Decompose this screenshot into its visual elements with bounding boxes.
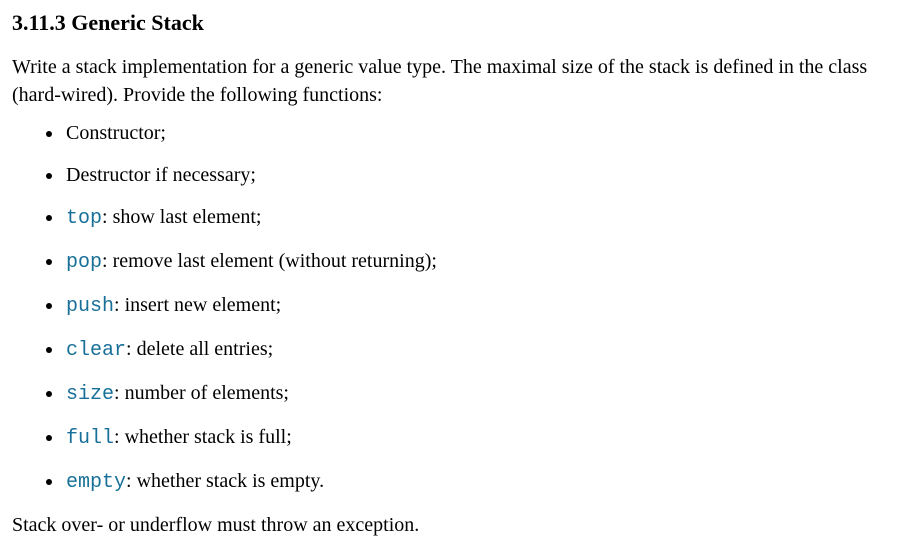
list-item: Constructor; — [64, 119, 890, 147]
item-text: : remove last element (without returning… — [102, 250, 437, 272]
item-text: Destructor if necessary; — [66, 164, 256, 186]
list-item: Destructor if necessary; — [64, 161, 890, 189]
code-keyword: full — [66, 427, 114, 450]
list-item: size: number of elements; — [64, 379, 890, 409]
item-text: : delete all entries; — [126, 338, 273, 360]
list-item: full: whether stack is full; — [64, 423, 890, 453]
section-heading: 3.11.3 Generic Stack — [12, 8, 890, 39]
item-text: : whether stack is full; — [114, 426, 292, 448]
item-text: Constructor; — [66, 122, 166, 144]
item-text: : insert new element; — [114, 294, 281, 316]
code-keyword: top — [66, 207, 102, 230]
footer-paragraph: Stack over- or underflow must throw an e… — [12, 511, 890, 539]
function-list: Constructor; Destructor if necessary; to… — [12, 119, 890, 497]
code-keyword: size — [66, 383, 114, 406]
code-keyword: clear — [66, 339, 126, 362]
item-text: : number of elements; — [114, 382, 289, 404]
code-keyword: pop — [66, 251, 102, 274]
list-item: push: insert new element; — [64, 291, 890, 321]
list-item: pop: remove last element (without return… — [64, 247, 890, 277]
intro-paragraph: Write a stack implementation for a gener… — [12, 53, 890, 109]
list-item: clear: delete all entries; — [64, 335, 890, 365]
item-text: : show last element; — [102, 206, 261, 228]
code-keyword: push — [66, 295, 114, 318]
code-keyword: empty — [66, 471, 126, 494]
item-text: : whether stack is empty. — [126, 470, 324, 492]
list-item: empty: whether stack is empty. — [64, 467, 890, 497]
list-item: top: show last element; — [64, 203, 890, 233]
